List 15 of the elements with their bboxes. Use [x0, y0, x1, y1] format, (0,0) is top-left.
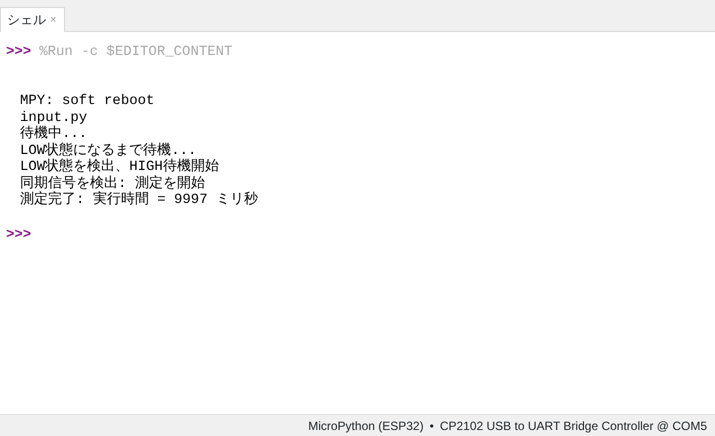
output-line: MPY: soft reboot: [20, 93, 154, 109]
prompt-marker: >>>: [6, 226, 32, 242]
port-label[interactable]: CP2102 USB to UART Bridge Controller @ COM5: [440, 416, 707, 434]
output-line: 待機中...: [20, 126, 88, 142]
tab-label: シェル: [7, 11, 46, 30]
output-line: LOW状態になるまで待機...: [20, 142, 196, 158]
output-line: 同期信号を検出: 測定を開始: [20, 176, 205, 192]
shell-tab[interactable]: シェル ×: [0, 7, 66, 32]
interpreter-label[interactable]: MicroPython (ESP32): [308, 416, 424, 434]
prompt-marker: >>>: [6, 43, 32, 62]
output-line: 測定完了: 実行時間 = 9997 ミリ秒: [20, 192, 258, 208]
separator-dot: •: [430, 418, 434, 434]
output-line: input.py: [20, 110, 88, 126]
output-line: LOW状態を検出、HIGH待機開始: [20, 159, 219, 175]
command-text: %Run -c $EDITOR_CONTENT: [39, 43, 232, 62]
